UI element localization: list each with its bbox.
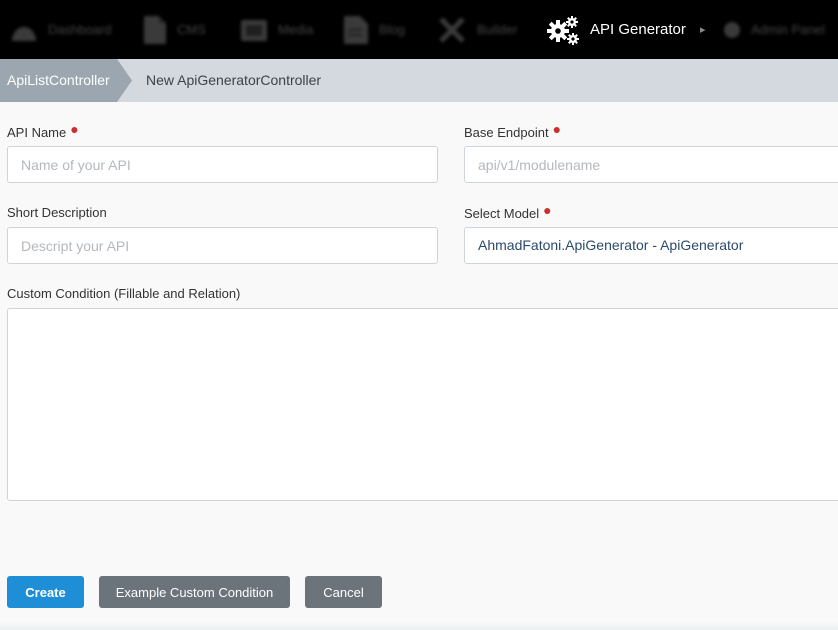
- api-name-label: API Name ●: [7, 121, 79, 140]
- chevron-right-icon: ▸: [700, 24, 706, 36]
- short-description-input[interactable]: [7, 227, 438, 264]
- nav-label: CMS: [177, 22, 206, 37]
- cancel-button[interactable]: Cancel: [305, 576, 382, 608]
- select-model-value: AhmadFatoni.ApiGenerator - ApiGenerator: [478, 237, 744, 253]
- top-navigation: Dashboard CMS Media Blog Builder API Gen…: [0, 0, 838, 59]
- nav-label: Media: [278, 22, 314, 37]
- nav-item-builder[interactable]: Builder: [437, 0, 517, 59]
- nav-label: Blog: [379, 22, 406, 37]
- example-custom-condition-button[interactable]: Example Custom Condition: [99, 576, 290, 608]
- breadcrumb: ApiListController New ApiGeneratorContro…: [0, 59, 838, 102]
- nav-item-cms[interactable]: CMS: [143, 0, 206, 59]
- nav-label: Admin Panel: [751, 22, 825, 37]
- nav-label: Builder: [477, 22, 518, 37]
- nav-label: Dashboard: [48, 22, 112, 37]
- short-description-label-text: Short Description: [7, 205, 107, 220]
- media-icon: [241, 19, 267, 41]
- dashboard-icon: [12, 26, 36, 41]
- nav-label: API Generator: [590, 21, 686, 38]
- blog-icon: [344, 15, 368, 44]
- required-marker: ●: [70, 121, 79, 137]
- custom-condition-label: Custom Condition (Fillable and Relation): [7, 286, 240, 301]
- breadcrumb-current: New ApiGeneratorController: [146, 72, 322, 88]
- api-name-label-text: API Name: [7, 125, 67, 140]
- admin-icon: [724, 21, 740, 38]
- nav-item-blog[interactable]: Blog: [343, 0, 405, 59]
- page-bottom-edge: [0, 622, 838, 630]
- nav-item-dashboard[interactable]: Dashboard: [10, 0, 112, 59]
- short-description-label: Short Description: [7, 205, 107, 220]
- builder-icon: [439, 16, 465, 43]
- select-model-label: Select Model ●: [464, 202, 552, 221]
- custom-condition-label-text: Custom Condition (Fillable and Relation): [7, 286, 241, 301]
- nav-item-api-generator[interactable]: API Generator: [546, 0, 686, 59]
- required-marker: ●: [552, 121, 562, 137]
- select-model-dropdown[interactable]: AhmadFatoni.ApiGenerator - ApiGenerator: [464, 227, 838, 264]
- create-button[interactable]: Create: [7, 576, 84, 608]
- api-name-input[interactable]: [7, 146, 438, 183]
- nav-item-admin[interactable]: Admin Panel: [723, 0, 825, 59]
- base-endpoint-input[interactable]: [464, 146, 838, 183]
- select-model-label-text: Select Model: [464, 206, 540, 221]
- custom-condition-textarea[interactable]: [7, 308, 838, 501]
- required-marker: ●: [543, 202, 552, 218]
- cms-icon: [144, 15, 166, 44]
- base-endpoint-label: Base Endpoint ●: [464, 121, 562, 140]
- breadcrumb-parent-link[interactable]: ApiListController: [0, 59, 132, 102]
- base-endpoint-label-text: Base Endpoint: [464, 125, 549, 140]
- nav-item-media[interactable]: Media: [240, 0, 313, 59]
- gears-icon: [547, 15, 579, 45]
